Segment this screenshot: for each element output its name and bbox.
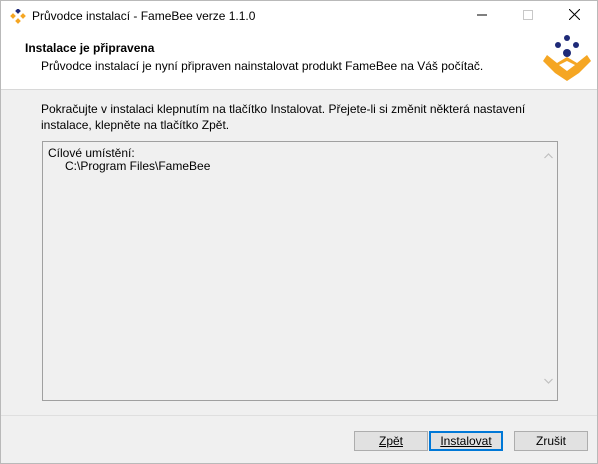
title-bar[interactable]: Průvodce instalací - FameBee verze 1.1.0 — [1, 1, 597, 31]
page-subtitle: Průvodce instalací je nyní připraven nai… — [41, 59, 484, 73]
maximize-button — [505, 1, 551, 31]
back-button[interactable]: Zpět — [354, 431, 428, 451]
summary-memo[interactable]: Cílové umístění: C:\Program Files\FameBe… — [42, 141, 558, 401]
cancel-button[interactable]: Zrušit — [514, 431, 588, 451]
instructions-text: Pokračujte v instalaci klepnutím na tlač… — [41, 102, 526, 132]
vertical-scrollbar[interactable] — [540, 142, 557, 400]
page-title: Instalace je připravena — [25, 41, 155, 55]
scroll-up-icon[interactable] — [544, 148, 553, 162]
close-icon — [568, 8, 580, 23]
memo-line: C:\Program Files\FameBee — [65, 159, 211, 173]
memo-line: Cílové umístění: — [48, 146, 135, 160]
cancel-button-label: Zrušit — [536, 434, 566, 448]
install-button-label: Instalovat — [440, 434, 492, 448]
scroll-down-icon[interactable] — [544, 373, 553, 387]
maximize-icon — [523, 9, 533, 23]
install-button[interactable]: Instalovat — [429, 431, 503, 451]
minimize-icon — [477, 9, 487, 23]
famebee-app-icon — [10, 8, 26, 25]
installer-window: Průvodce instalací - FameBee verze 1.1.0… — [0, 0, 598, 464]
back-button-label: Zpět — [378, 434, 403, 448]
famebee-logo — [537, 33, 597, 89]
close-button[interactable] — [551, 1, 597, 31]
footer-divider — [1, 415, 597, 416]
minimize-button[interactable] — [459, 1, 505, 31]
wizard-header: Instalace je připravena Průvodce instala… — [1, 31, 597, 90]
window-title: Průvodce instalací - FameBee verze 1.1.0 — [32, 9, 256, 23]
